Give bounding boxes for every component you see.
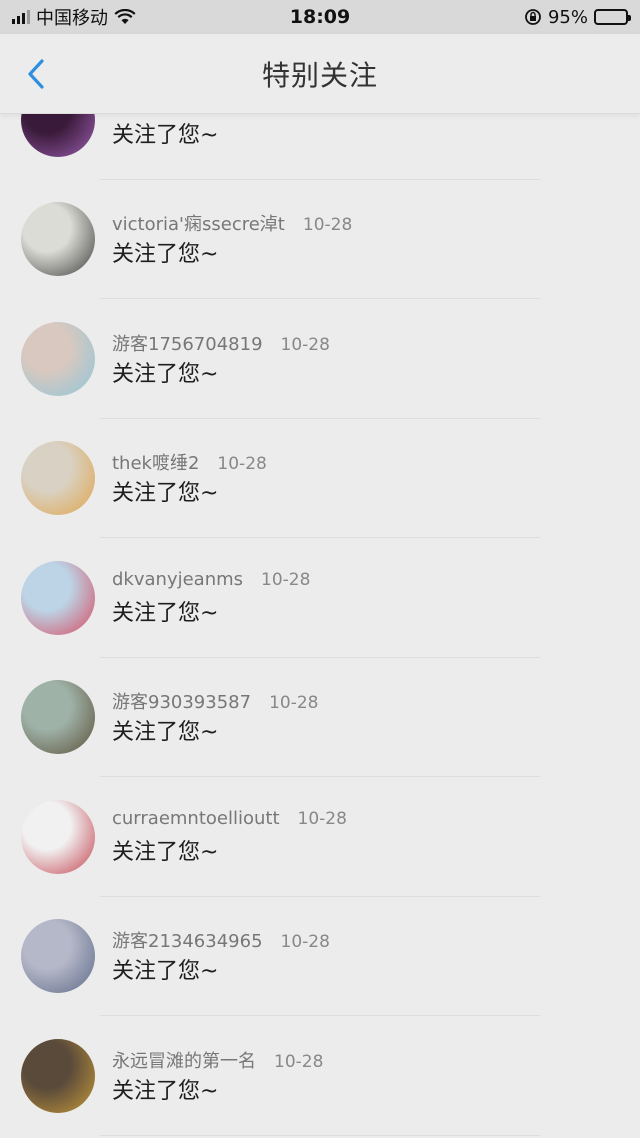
follower-text: 游客930393587 10-28 关注了您~: [112, 688, 318, 746]
follow-message: 关注了您~: [112, 242, 219, 268]
nav-bar: 特别关注: [0, 34, 640, 114]
avatar[interactable]: [21, 680, 95, 755]
battery-percent: 95%: [547, 6, 588, 28]
avatar[interactable]: [21, 560, 95, 635]
meta-line: 游客1756704819 10-28: [112, 330, 330, 356]
follower-name[interactable]: 游客2134634965: [112, 927, 263, 953]
follow-date: 10-28: [297, 808, 347, 829]
follow-message: 关注了您~: [112, 959, 219, 985]
avatar[interactable]: [21, 1038, 95, 1113]
list-item[interactable]: thek喥缍2 10-28 关注了您~: [0, 419, 640, 539]
follow-date: 10-28: [261, 569, 311, 590]
list-item[interactable]: 永远冒滩的第一名 10-28 关注了您~: [0, 1016, 640, 1136]
list-item[interactable]: victoria'痫ssecre淖t 10-28 关注了您~: [0, 180, 640, 300]
follow-date: 10-28: [280, 334, 330, 355]
follow-date: 10-28: [269, 693, 319, 714]
follow-message: 关注了您~: [112, 839, 219, 865]
list-item[interactable]: dkvanyjeanms 10-28 关注了您~: [0, 538, 640, 658]
list-item[interactable]: 游客930393587 10-28 关注了您~: [0, 658, 640, 778]
carrier-label: 中国移动: [36, 8, 108, 29]
follower-name[interactable]: 游客1756704819: [112, 330, 263, 356]
battery-icon: [594, 9, 631, 25]
follower-name[interactable]: 游客930393587: [112, 688, 251, 714]
follow-message: 关注了您~: [112, 481, 219, 507]
chevron-left-icon: [28, 59, 44, 89]
follower-text: 永远冒滩的第一名 10-28 关注了您~: [112, 1047, 323, 1105]
follower-text: curraemntoellioutt 10-28 关注了您~: [112, 808, 347, 866]
avatar[interactable]: [21, 321, 95, 396]
page-title: 特别关注: [261, 58, 378, 92]
rotation-lock-icon: [524, 8, 542, 26]
wifi-icon: [114, 9, 136, 25]
follow-message: 关注了您~: [112, 720, 219, 746]
meta-line: 游客930393587 10-28: [112, 688, 319, 714]
signal-icon: [12, 10, 30, 24]
list-item[interactable]: 游客2134634965 10-28 关注了您~: [0, 897, 640, 1017]
follow-message: 关注了您~: [112, 122, 219, 148]
avatar[interactable]: [21, 799, 95, 874]
follower-name[interactable]: curraemntoellioutt: [112, 808, 280, 829]
follower-text: thek喥缍2 10-28 关注了您~: [112, 449, 267, 507]
meta-line: 永远冒滩的第一名 10-28: [112, 1047, 324, 1073]
follower-text: dkvanyjeanms 10-28 关注了您~: [112, 569, 310, 627]
avatar[interactable]: [21, 441, 95, 516]
status-bar: 中国移动 18:09 95%: [0, 0, 640, 34]
follow-date: 10-28: [217, 454, 267, 475]
follow-date: 10-28: [280, 932, 330, 953]
status-left: 中国移动: [12, 4, 136, 30]
follow-message: 关注了您~: [112, 361, 219, 387]
follow-date: 10-28: [302, 215, 353, 236]
meta-line: thek喥缍2 10-28: [112, 449, 267, 475]
followers-list[interactable]: Nameless10-28关注了您~victoria'痫ssecre淖t10-2…: [0, 60, 640, 1136]
follower-name[interactable]: 永远冒滩的第一名: [112, 1047, 256, 1073]
follow-date: 10-28: [274, 1051, 324, 1072]
meta-line: 游客2134634965 10-28: [112, 927, 330, 953]
follower-name[interactable]: dkvanyjeanms: [112, 569, 243, 590]
meta-line: curraemntoellioutt 10-28: [112, 808, 347, 832]
follower-name[interactable]: victoria'痫ssecre淖t: [112, 210, 285, 236]
follow-message: 关注了您~: [112, 600, 219, 626]
status-right: 95%: [524, 6, 631, 28]
list-item[interactable]: curraemntoellioutt 10-28 关注了您~: [0, 777, 640, 897]
follower-text: 游客2134634965 10-28 关注了您~: [112, 927, 330, 985]
meta-line: dkvanyjeanms 10-28: [112, 569, 310, 593]
follower-text: victoria'痫ssecre淖t 10-28 关注了您~: [112, 210, 352, 268]
back-button[interactable]: [18, 56, 54, 92]
follow-message: 关注了您~: [112, 1078, 219, 1104]
avatar[interactable]: [21, 919, 95, 994]
list-item[interactable]: 游客1756704819 10-28 关注了您~: [0, 299, 640, 419]
meta-line: victoria'痫ssecre淖t 10-28: [112, 210, 353, 236]
follower-name[interactable]: thek喥缍2: [112, 449, 199, 475]
follower-text: 游客1756704819 10-28 关注了您~: [112, 330, 330, 388]
avatar[interactable]: [21, 202, 95, 277]
